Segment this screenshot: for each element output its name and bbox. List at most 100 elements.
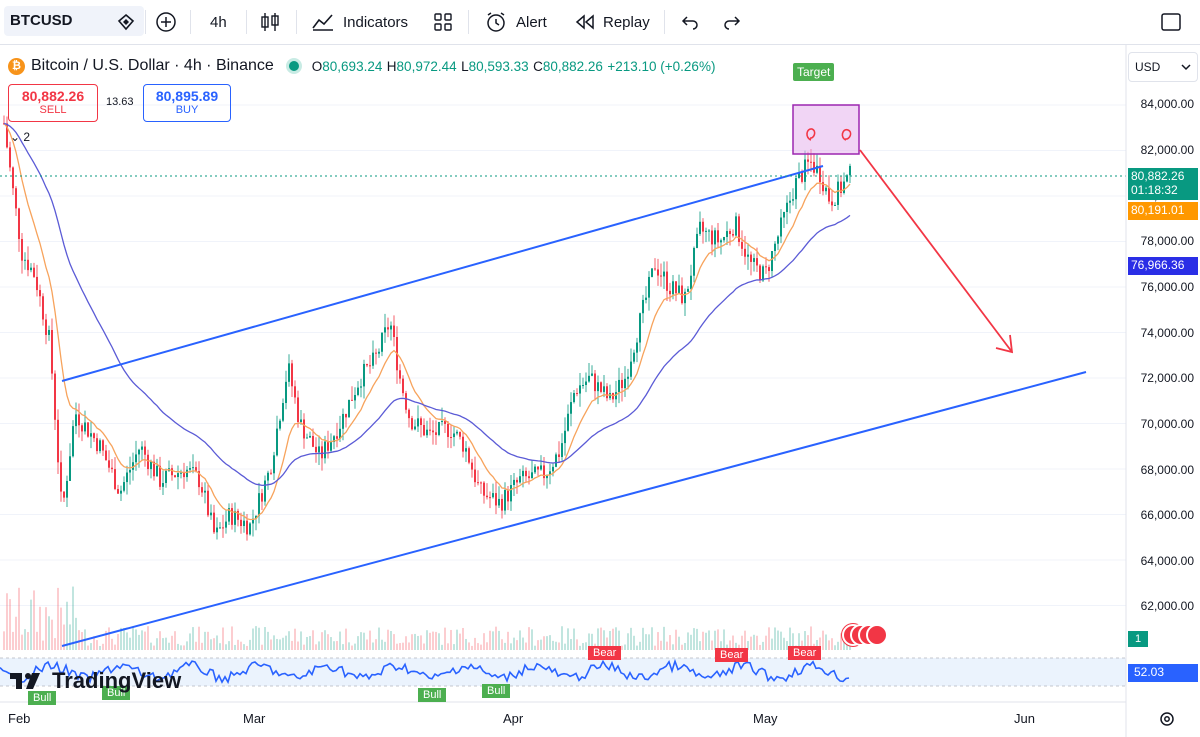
volume-bar xyxy=(783,637,785,650)
candle-body xyxy=(771,251,773,272)
economic-events-icon[interactable] xyxy=(842,624,888,651)
volume-bar xyxy=(765,635,767,650)
candle-body xyxy=(645,297,647,300)
volume-bar xyxy=(132,627,134,650)
candle-body xyxy=(753,258,755,262)
volume-bar xyxy=(687,632,689,650)
candle-body xyxy=(384,327,386,333)
volume-bar xyxy=(261,644,263,650)
candle-body xyxy=(366,363,368,366)
bar-countdown: 01:18:32 xyxy=(1131,183,1178,197)
volume-bar xyxy=(294,628,296,650)
candle-body xyxy=(369,365,371,367)
volume-bar xyxy=(36,631,38,650)
volume-bar xyxy=(750,636,752,650)
candle-body xyxy=(651,268,653,277)
volume-bar xyxy=(570,639,572,650)
tradingview-logo[interactable]: TradingView xyxy=(10,668,181,694)
volume-bar xyxy=(381,639,383,650)
legend-low: 80,593.33 xyxy=(468,58,529,74)
candle-body xyxy=(303,419,305,439)
buy-button[interactable]: 80,895.89 BUY xyxy=(143,84,231,122)
candle-body xyxy=(408,409,410,419)
volume-bar xyxy=(471,645,473,650)
candle-body xyxy=(783,211,785,218)
candle-body xyxy=(360,386,362,388)
candle-body xyxy=(486,495,488,498)
candle-body xyxy=(207,490,209,516)
candle-body xyxy=(663,271,665,277)
candle-body xyxy=(540,465,542,470)
volume-bar xyxy=(822,630,824,650)
volume-bar xyxy=(504,642,506,650)
candle-body xyxy=(756,258,758,266)
volume-bar xyxy=(177,643,179,650)
sell-button[interactable]: 80,882.26 SELL xyxy=(8,84,98,122)
candle-body xyxy=(141,446,143,450)
volume-bar xyxy=(192,627,194,650)
candle-body xyxy=(177,473,179,478)
volume-bar xyxy=(636,645,638,650)
candle-body xyxy=(525,470,527,477)
legend-title[interactable]: Bitcoin / U.S. Dollar · 4h · Binance xyxy=(31,57,274,75)
volume-bar xyxy=(501,639,503,650)
candle-body xyxy=(336,436,338,439)
volume-bar xyxy=(774,627,776,650)
currency-select[interactable]: USD xyxy=(1128,52,1198,82)
volume-bar xyxy=(474,637,476,650)
candle-body xyxy=(690,275,692,289)
candle-body xyxy=(567,413,569,431)
candle-body xyxy=(150,461,152,470)
volume-bar xyxy=(579,645,581,650)
candle-body xyxy=(624,378,626,389)
volume-bar xyxy=(18,587,20,650)
volume-bar xyxy=(366,639,368,650)
volume-bar xyxy=(498,630,500,650)
candle-body xyxy=(147,454,149,470)
candle-body xyxy=(417,418,419,427)
volume-bar xyxy=(78,630,80,650)
volume-bar xyxy=(834,645,836,650)
candle-body xyxy=(483,482,485,496)
candle-body xyxy=(780,217,782,237)
candle-body xyxy=(387,327,389,330)
volume-bar xyxy=(237,639,239,650)
candle-body xyxy=(354,394,356,401)
rsi-pane-badge[interactable]: 1 xyxy=(1128,631,1148,647)
candle-body xyxy=(741,242,743,249)
volume-bar xyxy=(660,640,662,650)
candle-body xyxy=(264,480,266,502)
candle-body xyxy=(684,291,686,304)
candle-body xyxy=(342,413,344,429)
volume-bar xyxy=(393,634,395,650)
volume-bar xyxy=(300,631,302,650)
volume-bar xyxy=(51,619,53,650)
candle-body xyxy=(510,485,512,502)
candle-body xyxy=(834,204,836,206)
candle-body xyxy=(15,188,17,209)
candle-body xyxy=(531,472,533,479)
volume-bar xyxy=(75,617,77,650)
candle-body xyxy=(708,230,710,232)
candle-body xyxy=(231,508,233,525)
volume-bar xyxy=(546,636,548,650)
volume-bar xyxy=(90,643,92,650)
candle-body xyxy=(810,161,812,163)
volume-bar xyxy=(45,607,47,650)
volume-bar xyxy=(210,639,212,650)
bear-label: Bear xyxy=(788,646,822,660)
volume-bar xyxy=(492,631,494,650)
candle-body xyxy=(777,236,779,244)
volume-bar xyxy=(54,638,56,650)
volume-bar xyxy=(417,635,419,650)
volume-bar xyxy=(258,627,260,650)
candle-body xyxy=(576,393,578,395)
indicators-collapse-toggle[interactable]: ⌄ 2 xyxy=(10,130,30,144)
bitcoin-icon: ₿ xyxy=(8,57,25,75)
volume-bar xyxy=(270,639,272,650)
volume-bar xyxy=(621,645,623,650)
settings-icon[interactable] xyxy=(1158,710,1176,733)
candle-body xyxy=(585,381,587,386)
volume-bar xyxy=(195,641,197,650)
volume-bar xyxy=(33,590,35,650)
